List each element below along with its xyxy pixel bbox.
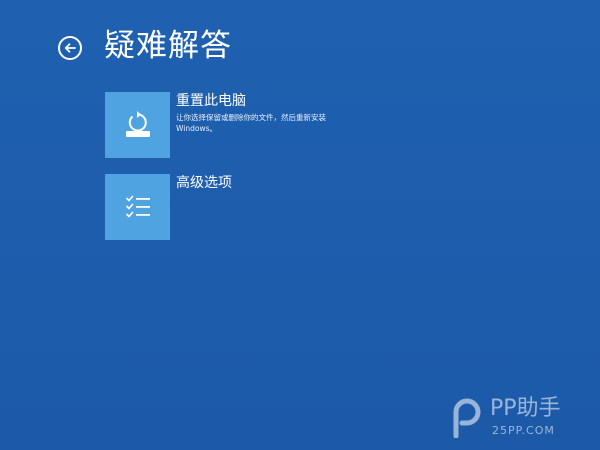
option-advanced[interactable]: 高级选项 [105, 174, 405, 240]
pp-logo-icon [453, 398, 481, 438]
checklist-icon [125, 195, 150, 218]
page-title: 疑难解答 [104, 28, 232, 64]
troubleshoot-screen: 疑难解答 重置此电脑 让你选择保留或删除你的文件，然后重新安装 Windows。… [0, 0, 600, 450]
watermark: PP助手 25PP.COM [450, 394, 590, 444]
option-tile [105, 92, 170, 158]
option-reset-pc[interactable]: 重置此电脑 让你选择保留或删除你的文件，然后重新安装 Windows。 [105, 92, 405, 158]
watermark-site: 25PP.COM [492, 424, 555, 437]
watermark-brand: PP助手 [490, 396, 561, 421]
reset-pc-icon [125, 111, 150, 137]
back-arrow-icon [64, 43, 76, 53]
option-description: 让你选择保留或删除你的文件，然后重新安装 Windows。 [176, 113, 326, 133]
back-button[interactable] [58, 36, 82, 60]
option-tile [105, 174, 170, 240]
option-title: 重置此电脑 [176, 93, 246, 109]
option-title: 高级选项 [176, 175, 232, 191]
